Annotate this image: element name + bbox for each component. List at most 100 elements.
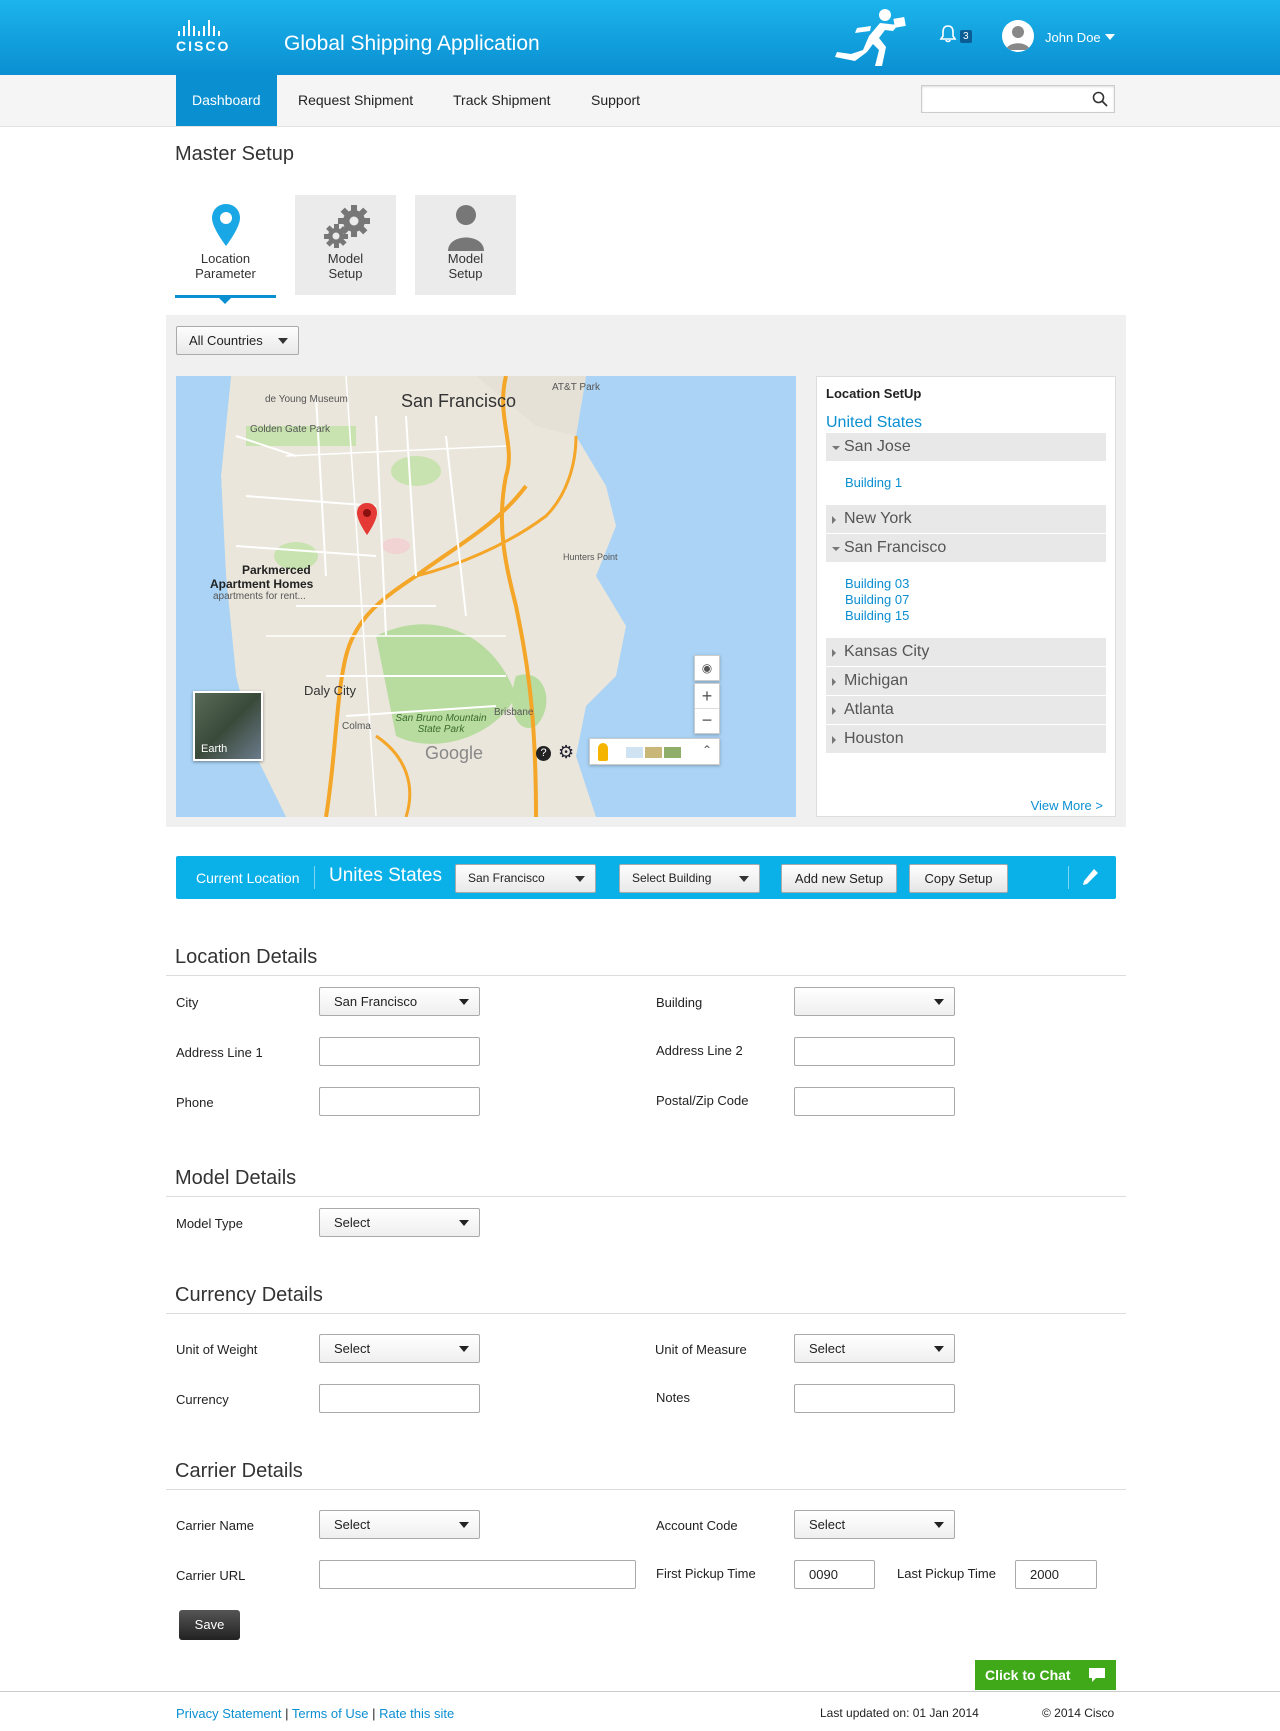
city-item-san-francisco[interactable]: San Francisco (826, 534, 1106, 562)
caret-right-icon (832, 649, 836, 657)
save-button[interactable]: Save (179, 1610, 240, 1640)
pencil-icon[interactable] (1080, 867, 1100, 887)
map-marker-icon[interactable] (356, 502, 378, 536)
link-separator: | (285, 1706, 292, 1721)
unit-of-measure-dropdown[interactable]: Select (794, 1334, 955, 1363)
rate-link[interactable]: Rate this site (379, 1706, 454, 1721)
city-select[interactable]: San Francisco (455, 864, 596, 893)
city-item-michigan[interactable]: Michigan (826, 667, 1106, 695)
add-new-setup-button[interactable]: Add new Setup (781, 864, 897, 893)
model-type-dropdown[interactable]: Select (319, 1208, 480, 1237)
location-country-link[interactable]: United States (826, 414, 922, 432)
city-item-atlanta[interactable]: Atlanta (826, 696, 1106, 724)
currency-details-title: Currency Details (175, 1284, 323, 1306)
tab-model-setup-2[interactable]: Model Setup (415, 195, 516, 295)
building-link[interactable]: Building 15 (845, 607, 909, 625)
nav-item-support[interactable]: Support (591, 75, 640, 126)
tab-location-parameter[interactable]: Location Parameter (175, 195, 276, 304)
terrain-thumb-icon[interactable] (645, 747, 662, 758)
my-location-icon[interactable]: ◉ (694, 655, 720, 681)
cisco-logo[interactable]: CISCO (176, 20, 230, 54)
address-line-2-input[interactable] (794, 1037, 955, 1066)
currency-input[interactable] (319, 1384, 480, 1413)
map-label: AT&T Park (552, 382, 600, 393)
click-to-chat-button[interactable]: Click to Chat (975, 1660, 1116, 1690)
city-item-houston[interactable]: Houston (826, 725, 1106, 753)
search-input[interactable] (921, 85, 1115, 113)
caret-down-icon (832, 446, 840, 450)
carrier-details-title: Carrier Details (175, 1460, 303, 1482)
country-filter-value: All Countries (189, 333, 263, 348)
settings-gear-icon[interactable]: ⚙ (558, 742, 574, 763)
map-label: San Francisco (401, 391, 517, 411)
account-code-value: Select (809, 1517, 846, 1532)
unit-of-measure-label: Unit of Measure (655, 1342, 747, 1357)
terms-link[interactable]: Terms of Use (292, 1706, 369, 1721)
carrier-name-dropdown[interactable]: Select (319, 1510, 480, 1539)
notes-input[interactable] (794, 1384, 955, 1413)
city-item-new-york[interactable]: New York (826, 505, 1106, 533)
carrier-url-input[interactable] (319, 1560, 636, 1589)
address-line-1-input[interactable] (319, 1037, 480, 1066)
country-filter-dropdown[interactable]: All Countries (176, 326, 299, 355)
city-dropdown[interactable]: San Francisco (319, 987, 480, 1016)
city-select-value: San Francisco (468, 871, 545, 885)
privacy-link[interactable]: Privacy Statement (176, 1706, 282, 1721)
avatar[interactable] (1002, 20, 1034, 52)
chevron-down-icon (934, 999, 944, 1005)
unit-of-measure-value: Select (809, 1341, 846, 1356)
divider (166, 1489, 1126, 1490)
city-name: Houston (844, 730, 904, 747)
city-dropdown-value: San Francisco (334, 994, 418, 1009)
map-label: San Bruno Mountain State Park (395, 713, 487, 735)
tab-model-setup[interactable]: Model Setup (295, 195, 396, 295)
gears-icon (295, 195, 396, 251)
help-icon[interactable]: ? (536, 746, 551, 761)
pegman-icon[interactable] (598, 743, 608, 761)
unit-of-weight-dropdown[interactable]: Select (319, 1334, 480, 1363)
search-icon[interactable] (1092, 91, 1108, 107)
nav-item-request-shipment[interactable]: Request Shipment (298, 75, 413, 126)
postal-code-input[interactable] (794, 1087, 955, 1116)
first-pickup-input[interactable]: 0090 (794, 1560, 875, 1589)
location-details-title: Location Details (175, 946, 318, 968)
copy-setup-button[interactable]: Copy Setup (909, 864, 1008, 893)
last-pickup-input[interactable]: 2000 (1015, 1560, 1097, 1589)
caret-right-icon (832, 707, 836, 715)
zoom-out-icon[interactable]: − (695, 709, 719, 734)
view-more-link[interactable]: View More > (1031, 798, 1103, 813)
map-label: de Young Museum (265, 394, 348, 405)
zoom-control: + − (694, 683, 720, 734)
nav-item-dashboard[interactable]: Dashboard (176, 75, 277, 126)
satellite-thumb-icon[interactable] (664, 747, 681, 758)
phone-input[interactable] (319, 1087, 480, 1116)
notification-bell-icon[interactable] (938, 24, 958, 47)
city-item-kansas-city[interactable]: Kansas City (826, 638, 1106, 666)
tile-label-line1: Model (327, 251, 364, 266)
city-item-san-jose[interactable]: San Jose (826, 433, 1106, 461)
user-name[interactable]: John Doe (1045, 30, 1101, 45)
chevron-down-icon (934, 1522, 944, 1528)
building-select[interactable]: Select Building (619, 864, 760, 893)
earth-view-toggle[interactable]: Earth (193, 691, 263, 761)
city-label: City (176, 995, 199, 1010)
chevron-down-icon (575, 875, 585, 882)
location-pin-icon (175, 195, 276, 251)
map-panel: All Countries San Francisco AT&T Park Go… (166, 315, 1126, 827)
map-label: Hunters Point (563, 552, 618, 562)
map-view[interactable]: San Francisco AT&T Park Golden Gate Park… (176, 376, 796, 817)
account-code-label: Account Code (656, 1518, 738, 1533)
building-link[interactable]: Building 1 (845, 474, 902, 492)
chevron-down-icon[interactable] (1105, 34, 1115, 40)
zoom-in-icon[interactable]: + (695, 684, 719, 709)
tile-label-line2: Setup (448, 266, 483, 281)
building-dropdown[interactable] (794, 987, 955, 1016)
page-title: Master Setup (175, 143, 294, 165)
notes-label: Notes (656, 1390, 690, 1405)
tile-label-line1: Location (200, 251, 251, 266)
account-code-dropdown[interactable]: Select (794, 1510, 955, 1539)
nav-item-track-shipment[interactable]: Track Shipment (453, 75, 551, 126)
expand-icon[interactable]: ⌃ (702, 743, 712, 757)
app-title: Global Shipping Application (284, 32, 540, 55)
map-thumb-icon[interactable] (626, 747, 643, 758)
